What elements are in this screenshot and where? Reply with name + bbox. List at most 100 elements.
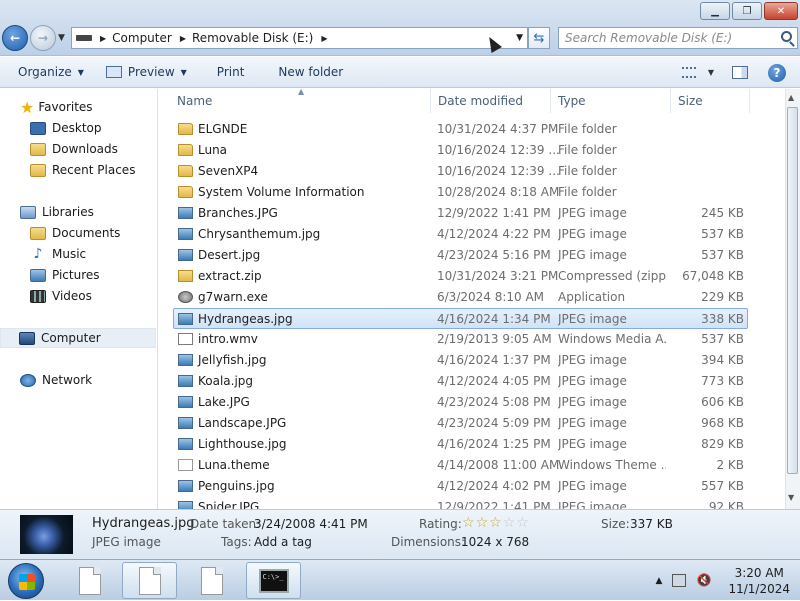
nav-downloads[interactable]: Downloads (30, 139, 118, 159)
desktop-icon (30, 121, 46, 135)
breadcrumb-removable-disk[interactable]: Removable Disk (E:) (192, 31, 313, 45)
taskbar-app-command-prompt[interactable]: C:\>_ (246, 562, 301, 599)
file-row[interactable]: System Volume Information 10/28/2024 8:18… (159, 182, 749, 203)
file-row[interactable]: Branches.JPG 12/9/2022 1:41 PM JPEG image 2… (159, 203, 749, 224)
file-type: File folder (558, 143, 617, 157)
column-date-label: Date modified (438, 94, 524, 108)
file-row[interactable]: Koala.jpg 4/12/2024 4:05 PM JPEG image 773 … (159, 371, 749, 392)
file-type: JPEG image (558, 353, 627, 367)
taskbar-app-document-3[interactable] (184, 562, 239, 599)
nav-network[interactable]: Network (20, 370, 92, 390)
file-row[interactable]: Lighthouse.jpg 4/16/2024 1:25 PM JPEG imag… (159, 434, 749, 455)
breadcrumb-arrow-icon[interactable]: ▶ (321, 34, 327, 43)
nav-videos[interactable]: Videos (30, 286, 92, 306)
nav-libraries[interactable]: Libraries (20, 202, 94, 222)
column-header-size[interactable]: Size (670, 89, 750, 113)
breadcrumb-arrow-icon[interactable]: ▶ (180, 34, 186, 43)
close-button[interactable]: ✕ (764, 2, 798, 20)
preview-button[interactable]: Preview ▼ (98, 65, 195, 79)
rating-stars[interactable]: ☆☆☆☆☆ (462, 515, 530, 531)
file-row[interactable]: SevenXP4 10/16/2024 12:39 ... File folder (159, 161, 749, 182)
rating-star-icon[interactable]: ☆ (476, 515, 490, 531)
rating-star-icon[interactable]: ☆ (462, 515, 476, 531)
column-header-date[interactable]: Date modified (430, 89, 551, 113)
details-filetype: JPEG image (92, 535, 161, 549)
nav-favorites[interactable]: ★ Favorites (20, 97, 93, 117)
image-file-icon (178, 501, 193, 509)
refresh-button[interactable]: ⇆ (528, 27, 550, 49)
drive-icon (76, 35, 92, 41)
nav-documents[interactable]: Documents (30, 223, 120, 243)
nav-desktop[interactable]: Desktop (30, 118, 102, 138)
file-date: 4/12/2024 4:05 PM (437, 374, 551, 388)
minimize-button[interactable]: ▁ (700, 2, 730, 20)
print-label: Print (216, 65, 245, 79)
scroll-thumb[interactable] (787, 107, 798, 474)
search-input[interactable]: Search Removable Disk (E:) (558, 27, 798, 49)
maximize-button[interactable]: ❐ (732, 2, 762, 20)
file-row[interactable]: Lake.JPG 4/23/2024 5:08 PM JPEG image 606 K… (159, 392, 749, 413)
back-button[interactable]: ← (2, 25, 28, 51)
nav-documents-label: Documents (52, 226, 121, 240)
date-taken-value[interactable]: 3/24/2008 4:41 PM (254, 517, 368, 531)
clock[interactable]: 3:20 AM 11/1/2024 (728, 565, 790, 597)
address-bar[interactable]: ▶ Computer ▶ Removable Disk (E:) ▶ ▼ (71, 27, 528, 49)
nav-desktop-label: Desktop (52, 121, 102, 135)
column-header-name[interactable]: Name (169, 89, 431, 113)
nav-recent-places[interactable]: Recent Places (30, 160, 135, 180)
rating-star-icon[interactable]: ☆ (516, 515, 530, 531)
breadcrumb-computer[interactable]: Computer (112, 31, 172, 45)
file-size: 229 KB (701, 290, 744, 304)
file-row[interactable]: Chrysanthemum.jpg 4/12/2024 4:22 PM JPEG i… (159, 224, 749, 245)
file-row[interactable]: Hydrangeas.jpg 4/16/2024 1:34 PM JPEG imag… (173, 308, 748, 329)
command-toolbar: Organize ▼ Preview ▼ Print New folder ▼ … (0, 57, 800, 88)
file-date: 4/12/2024 4:02 PM (437, 479, 551, 493)
show-hidden-icons-icon[interactable]: ▲ (656, 576, 663, 586)
file-size: 2 KB (716, 458, 744, 472)
taskbar-app-document-1[interactable] (62, 562, 117, 599)
recent-pages-dropdown[interactable]: ▼ (58, 33, 65, 43)
vertical-scrollbar[interactable]: ▲ ▼ (785, 89, 800, 509)
file-date: 10/31/2024 4:37 PM (437, 122, 559, 136)
scroll-up-icon[interactable]: ▲ (788, 93, 794, 102)
column-header-type[interactable]: Type (550, 89, 671, 113)
file-row[interactable]: Spider.JPG 12/9/2022 1:41 PM JPEG image 92 … (159, 497, 749, 509)
rating-star-icon[interactable]: ☆ (503, 515, 517, 531)
file-row[interactable]: Jellyfish.jpg 4/16/2024 1:37 PM JPEG image… (159, 350, 749, 371)
search-icon[interactable] (781, 31, 792, 42)
start-button[interactable] (8, 563, 44, 599)
forward-button[interactable]: → (30, 25, 56, 51)
scroll-down-icon[interactable]: ▼ (788, 493, 794, 502)
file-row[interactable]: Penguins.jpg 4/12/2024 4:02 PM JPEG image 5… (159, 476, 749, 497)
nav-computer[interactable]: Computer (0, 328, 156, 348)
file-name: Desert.jpg (198, 248, 261, 262)
change-view-icon[interactable] (681, 67, 696, 78)
file-date: 4/16/2024 1:37 PM (437, 353, 551, 367)
file-row[interactable]: g7warn.exe 6/3/2024 8:10 AM Application 229… (159, 287, 749, 308)
file-row[interactable]: intro.wmv 2/19/2013 9:05 AM Windows Media … (159, 329, 749, 350)
chevron-down-icon[interactable]: ▼ (708, 68, 714, 77)
new-folder-button[interactable]: New folder (270, 65, 351, 79)
file-row[interactable]: ELGNDE 10/31/2024 4:37 PM File folder (159, 119, 749, 140)
volume-muted-icon[interactable]: 🔇 (696, 574, 711, 587)
breadcrumb-arrow-icon[interactable]: ▶ (100, 34, 106, 43)
rating-star-icon[interactable]: ☆ (489, 515, 503, 531)
network-tray-icon[interactable] (672, 574, 687, 587)
print-button[interactable]: Print (209, 65, 253, 79)
nav-music[interactable]: ♪ Music (30, 244, 87, 264)
file-row[interactable]: Luna 10/16/2024 12:39 ... File folder (159, 140, 749, 161)
image-file-icon (178, 480, 193, 492)
nav-pictures[interactable]: Pictures (30, 265, 100, 285)
tags-value[interactable]: Add a tag (254, 535, 312, 549)
file-row[interactable]: Luna.theme 4/14/2008 11:00 AM Windows Them… (159, 455, 749, 476)
file-row[interactable]: extract.zip 10/31/2024 3:21 PM Compressed … (159, 266, 749, 287)
file-row[interactable]: Desert.jpg 4/23/2024 5:16 PM JPEG image 537… (159, 245, 749, 266)
file-type: File folder (558, 185, 617, 199)
taskbar-app-document-2[interactable] (122, 562, 177, 599)
address-dropdown-icon[interactable]: ▼ (516, 33, 523, 43)
organize-button[interactable]: Organize ▼ (10, 65, 92, 79)
help-icon[interactable]: ? (768, 63, 786, 82)
file-row[interactable]: Landscape.JPG 4/23/2024 5:09 PM JPEG image… (159, 413, 749, 434)
document-icon (138, 566, 161, 595)
preview-pane-icon[interactable] (732, 66, 748, 79)
